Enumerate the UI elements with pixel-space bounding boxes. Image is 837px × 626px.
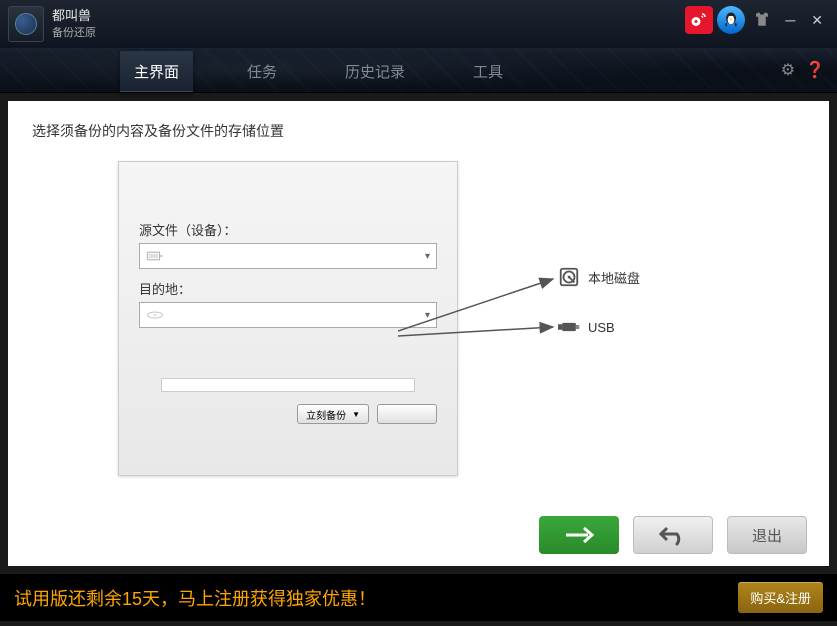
chevron-down-icon: ▾: [425, 310, 430, 321]
tab-tasks[interactable]: 任务: [233, 51, 291, 92]
undo-icon: [659, 524, 687, 546]
dest-combo[interactable]: ▾: [139, 302, 437, 328]
tab-history[interactable]: 历史记录: [331, 51, 419, 92]
source-device-icon: [146, 249, 164, 263]
header-right: ─ ✕: [685, 6, 829, 34]
backup-panel: 源文件（设备）： ▾ 目的地： ▾ 立刻备份 ▼: [118, 161, 458, 476]
qq-icon[interactable]: [717, 6, 745, 34]
next-button[interactable]: [539, 516, 619, 554]
chevron-down-icon: ▼: [352, 410, 360, 419]
backup-now-button[interactable]: 立刻备份 ▼: [297, 404, 369, 424]
logo-area: 都叫兽 备份还原: [8, 6, 96, 42]
dest-label: 目的地：: [139, 279, 437, 298]
tab-bar: 主界面 任务 历史记录 工具 ⚙ ❓: [0, 48, 837, 93]
footer-buttons: 退出: [539, 516, 807, 554]
source-label: 源文件（设备）：: [139, 220, 437, 239]
tabs-right: ⚙ ❓: [781, 60, 825, 80]
backup-now-label: 立刻备份: [306, 407, 346, 422]
chevron-down-icon: ▾: [425, 251, 430, 262]
tab-tools[interactable]: 工具: [459, 51, 517, 92]
settings-icon[interactable]: ⚙: [781, 60, 795, 80]
annotation-local-disk-label: 本地磁盘: [588, 268, 640, 287]
source-combo[interactable]: ▾: [139, 243, 437, 269]
trial-message: 试用版还剩余15天，马上注册获得独家优惠！: [14, 585, 376, 611]
panel-button-2[interactable]: [377, 404, 437, 424]
annotation-local-disk: 本地磁盘: [558, 266, 640, 288]
buy-register-button[interactable]: 购买&注册: [738, 582, 823, 613]
app-subtitle: 备份还原: [52, 24, 96, 40]
theme-icon[interactable]: [749, 12, 775, 29]
title-bar: 都叫兽 备份还原 ─ ✕: [0, 0, 837, 48]
tab-main[interactable]: 主界面: [120, 51, 193, 92]
annotation-usb: USB: [558, 316, 615, 338]
exit-button[interactable]: 退出: [727, 516, 807, 554]
content-title: 选择须备份的内容及备份文件的存储位置: [32, 121, 805, 141]
trial-bar: 试用版还剩余15天，马上注册获得独家优惠！ 购买&注册: [0, 574, 837, 621]
content-panel: 选择须备份的内容及备份文件的存储位置 源文件（设备）： ▾ 目的地： ▾ 立刻备…: [8, 101, 829, 566]
app-name: 都叫兽: [52, 8, 96, 24]
progress-bar: [161, 378, 414, 392]
exit-label: 退出: [752, 525, 782, 546]
dest-disk-icon: [146, 308, 164, 322]
arrow-right-icon: [564, 526, 594, 544]
back-button[interactable]: [633, 516, 713, 554]
help-icon[interactable]: ❓: [805, 60, 825, 80]
app-icon: [8, 6, 44, 42]
minimize-button[interactable]: ─: [779, 12, 801, 28]
close-button[interactable]: ✕: [805, 12, 829, 29]
annotation-usb-label: USB: [588, 320, 615, 335]
hdd-icon: [558, 266, 580, 288]
panel-footer: 立刻备份 ▼: [139, 404, 437, 424]
usb-icon: [558, 316, 580, 338]
safe-icon: [15, 13, 37, 35]
weibo-icon[interactable]: [685, 6, 713, 34]
